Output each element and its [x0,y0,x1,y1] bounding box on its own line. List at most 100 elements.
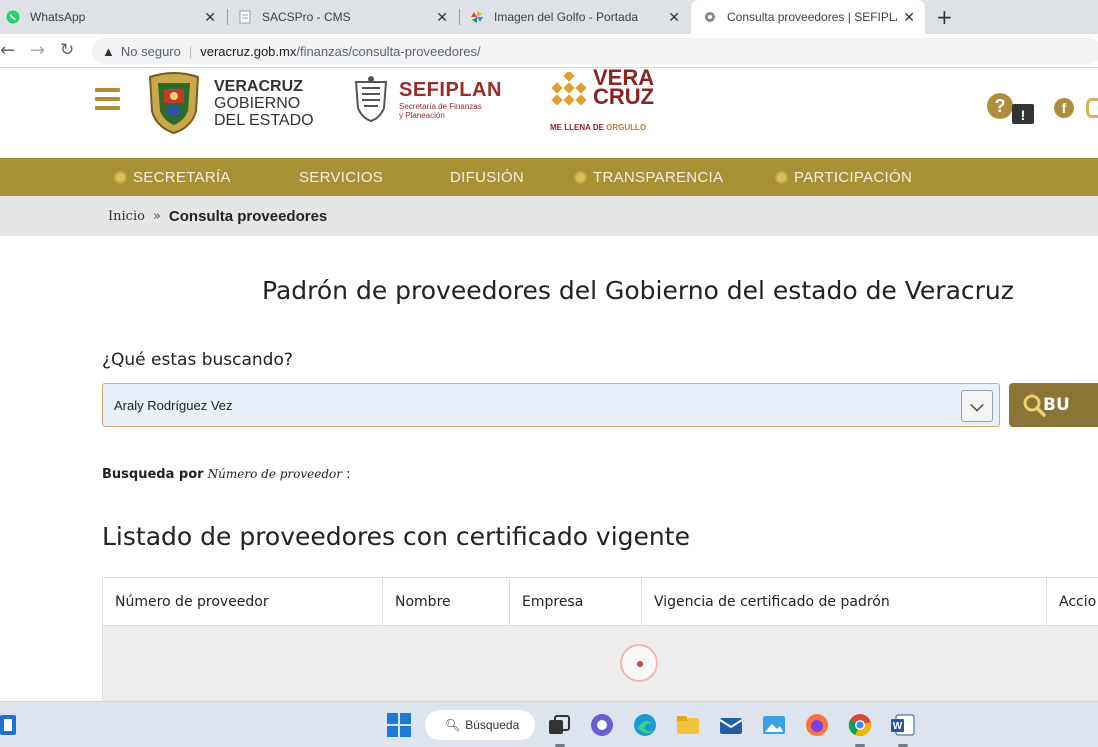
gobierno-logo[interactable]: VERACRUZ GOBIERNO DEL ESTADO [146,71,314,135]
photos-icon[interactable] [761,712,787,738]
list-title: Listado de proveedores con certificado v… [102,522,690,551]
sefiplan-emblem-icon [354,76,388,123]
edge-icon[interactable] [632,712,658,738]
back-icon[interactable]: ← [0,40,15,61]
col-vigencia[interactable]: Vigencia de certificado de padrón [641,578,1046,626]
breadcrumb-separator: » [152,209,161,224]
nav-item-label: TRANSPARENCIA [593,168,724,186]
svg-text:W: W [893,721,903,732]
url-host: veracruz.gob.mx [200,43,297,59]
whatsapp-icon [6,10,20,24]
search-icon [1023,394,1046,417]
gobierno-logo-line2: GOBIERNO [214,94,301,112]
tab-title: Consulta proveedores | SEFIPLAN [727,10,897,24]
facebook-icon[interactable]: f [1054,98,1074,118]
close-icon[interactable]: ✕ [668,9,680,26]
close-icon[interactable]: ✕ [436,9,448,26]
url-field[interactable]: ▲ No seguro | veracruz.gob.mx /finanzas/… [92,38,1098,64]
dropdown-toggle[interactable] [961,390,993,422]
search-by-suffix: : [346,467,351,482]
slogan-part-2: ORGULLO [606,123,647,132]
breadcrumb: Inicio » Consulta proveedores [108,208,327,225]
col-empresa[interactable]: Empresa [509,578,641,626]
forward-icon[interactable]: → [30,40,45,61]
col-numero-proveedor[interactable]: Número de proveedor [103,578,382,626]
search-by-label: Busqueda por Número de proveedor : [102,467,351,482]
task-view-icon[interactable] [546,712,572,738]
help-question-icon[interactable]: ? ! [986,92,1038,128]
taskbar-search[interactable]: 🔍︎ Búsqueda [425,710,535,740]
nav-item-label: DIFUSIÓN [450,168,525,186]
warning-icon[interactable]: ▲ [102,44,115,59]
firefox-icon[interactable] [804,712,830,738]
search-button[interactable]: BU [1009,383,1098,427]
slogan-part-1: ME LLENA DE [550,123,604,132]
search-label: ¿Qué estas buscando? [102,350,293,370]
tab-consulta-proveedores[interactable]: Consulta proveedores | SEFIPLAN ✕ [691,0,925,34]
tab-title: SACSPro - CMS [262,10,351,24]
gear-icon [703,10,717,24]
nav-item-label: PARTICIPACIÓN [794,168,913,186]
word-icon[interactable]: W [890,712,916,738]
svg-text:?: ? [995,96,1006,116]
page-title: Padrón de proveedores del Gobierno del e… [262,276,1014,305]
veracruz-brand-line2: CRUZ [593,84,655,109]
tab-divider [459,9,460,25]
tab-divider [227,9,228,25]
close-icon[interactable]: ✕ [903,9,915,26]
loading-spinner-icon [620,644,658,682]
nav-bullet-icon [116,172,125,182]
reload-icon[interactable]: ↻ [60,40,74,60]
nav-item-servicios[interactable]: SERVICIOS [299,158,383,196]
tab-whatsapp[interactable]: WhatsApp ✕ [6,0,226,34]
breadcrumb-home-link[interactable]: Inicio [108,209,145,224]
sefiplan-logo[interactable]: SEFIPLAN Secretaría de Finanzas y Planea… [350,74,502,124]
close-icon[interactable]: ✕ [204,9,216,26]
tab-imagen-del-golfo[interactable]: Imagen del Golfo - Portada ✕ [470,0,690,34]
pinwheel-icon [470,10,484,24]
nav-item-transparencia[interactable]: TRANSPARENCIA [576,158,723,196]
breadcrumb-current: Consulta proveedores [168,208,328,225]
nav-item-secretaria[interactable]: SECRETARÍA [116,158,231,196]
security-label: No seguro [120,43,181,59]
breadcrumb-bar: Inicio » Consulta proveedores [0,196,1098,236]
col-nombre[interactable]: Nombre [382,578,509,626]
instagram-icon[interactable] [1086,98,1098,118]
nav-bullet-icon [576,172,585,182]
windows-start-icon[interactable] [386,712,412,738]
nav-bullet-icon [777,172,786,182]
sefiplan-subtitle-1: Secretaría de Finanzas [399,101,482,111]
table-header: Número de proveedor Nombre Empresa Vigen… [102,577,1098,626]
search-by-prefix: Busqueda por [102,467,204,482]
gobierno-logo-line3: DEL ESTADO [214,111,314,129]
address-bar-row: ← → ↻ ▲ No seguro | veracruz.gob.mx /fin… [0,34,1098,68]
nav-item-participacion[interactable]: PARTICIPACIÓN [777,158,912,196]
new-tab-icon[interactable]: + [936,5,953,29]
taskbar-search-label: Búsqueda [465,718,520,732]
tab-title: Imagen del Golfo - Portada [494,10,639,24]
sefiplan-name: SEFIPLAN [399,78,502,101]
teams-chat-icon[interactable] [589,712,615,738]
col-acciones[interactable]: Accio [1046,578,1098,626]
search-button-label: BU [1043,395,1070,415]
chrome-icon[interactable] [847,712,873,738]
search-icon: 🔍︎ [445,718,461,732]
file-explorer-icon[interactable] [675,712,701,738]
main-navigation: SECRETARÍA SERVICIOS DIFUSIÓN TRANSPAREN… [0,158,1098,196]
table-body-loading [102,626,1098,706]
sefiplan-subtitle-2: y Planeación [399,110,445,120]
site-header: VERACRUZ GOBIERNO DEL ESTADO SEFIPLAN Se… [0,67,1098,158]
chevron-down-icon [970,398,984,412]
browser-tab-strip: WhatsApp ✕ SACSPro - CMS ✕ Imagen del Go… [0,0,1098,34]
tab-sacspro[interactable]: SACSPro - CMS ✕ [238,0,458,34]
menu-icon[interactable] [95,88,120,110]
veracruz-brand-logo[interactable]: VERA CRUZ ME LLENA DE ORGULLO [549,67,659,138]
widgets-icon[interactable] [0,712,18,738]
mail-icon[interactable] [718,712,744,738]
search-select[interactable]: Araly Rodríguez Vez [102,383,1000,427]
url-path: /finanzas/consulta-proveedores/ [296,43,481,59]
nav-item-difusion[interactable]: DIFUSIÓN [450,158,524,196]
os-taskbar: 🔍︎ Búsqueda W [0,701,1098,747]
nav-item-label: SECRETARÍA [133,168,231,186]
veracruz-shield-icon [148,72,200,135]
